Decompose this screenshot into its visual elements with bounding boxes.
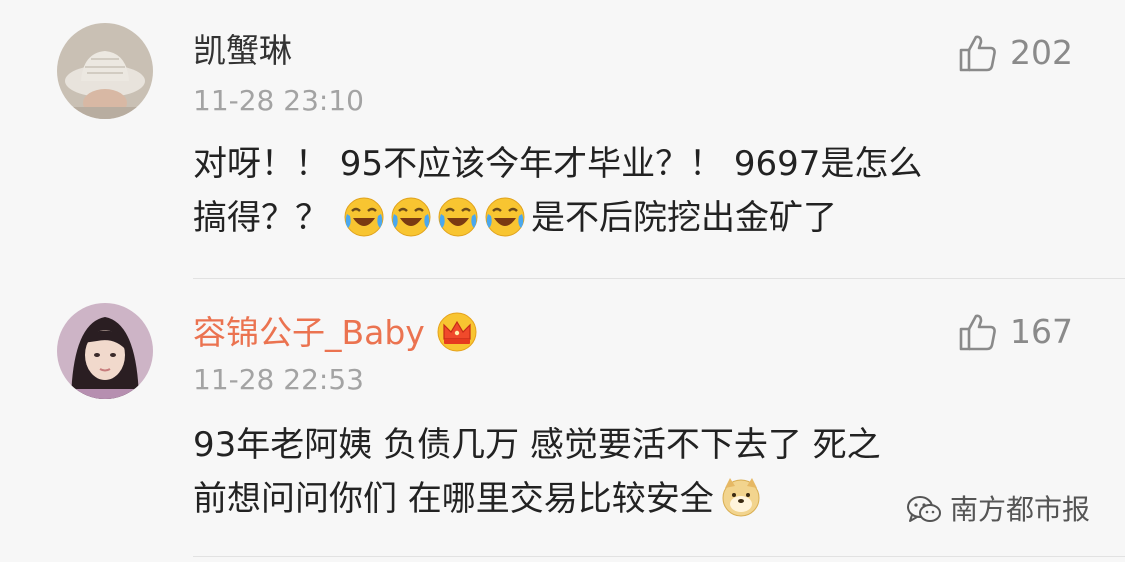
comment-text-line: 93年老阿姨 负债几万 感觉要活不下去了 死之 xyxy=(193,425,881,465)
laugh-cry-emoji xyxy=(438,197,478,237)
comment-text: 对呀！！ 95不应该今年才毕业？！ 9697是怎么 搞得？？ 是不后院挖出金矿了 xyxy=(193,137,1073,245)
thumbs-up-icon xyxy=(959,314,996,351)
avatar[interactable] xyxy=(57,303,153,399)
username[interactable]: 凯蟹琳 xyxy=(193,31,292,71)
comment-text-line: 对呀！！ 95不应该今年才毕业？！ 9697是怎么 xyxy=(193,144,923,184)
laugh-cry-emoji xyxy=(391,197,431,237)
watermark-text: 南方都市报 xyxy=(949,493,1090,526)
comment-item: 凯蟹琳 11-28 23:10 202 对呀！！ 95不应该今年才毕业？！ 96… xyxy=(0,0,1125,278)
timestamp: 11-28 22:53 xyxy=(193,363,364,396)
avatar-image xyxy=(57,303,153,399)
like-count: 167 xyxy=(1010,312,1073,351)
thumbs-up-icon xyxy=(959,35,996,72)
avatar-image xyxy=(57,23,153,119)
laugh-cry-emoji xyxy=(344,197,384,237)
like-button[interactable]: 202 xyxy=(958,33,1073,73)
watermark: 南方都市报 xyxy=(906,492,1090,528)
comment-text-line: 是不后院挖出金矿了 xyxy=(531,198,837,238)
like-button[interactable]: 167 xyxy=(958,312,1073,352)
crown-icon xyxy=(437,312,477,352)
like-count: 202 xyxy=(1010,33,1073,72)
doge-emoji xyxy=(722,478,760,517)
comment-list: 凯蟹琳 11-28 23:10 202 对呀！！ 95不应该今年才毕业？！ 96… xyxy=(0,0,1125,562)
avatar[interactable] xyxy=(57,23,153,119)
laugh-cry-emoji xyxy=(485,197,525,237)
username[interactable]: 容锦公子_Baby xyxy=(193,312,479,353)
timestamp: 11-28 23:10 xyxy=(193,84,364,117)
comment-text-line: 前想问问你们 在哪里交易比较安全 xyxy=(193,479,714,519)
wechat-icon xyxy=(906,496,941,522)
emoji-group xyxy=(343,196,531,254)
username-text: 容锦公子_Baby xyxy=(193,313,425,352)
comment-text-line: 搞得？？ xyxy=(193,198,329,238)
divider xyxy=(193,556,1125,557)
